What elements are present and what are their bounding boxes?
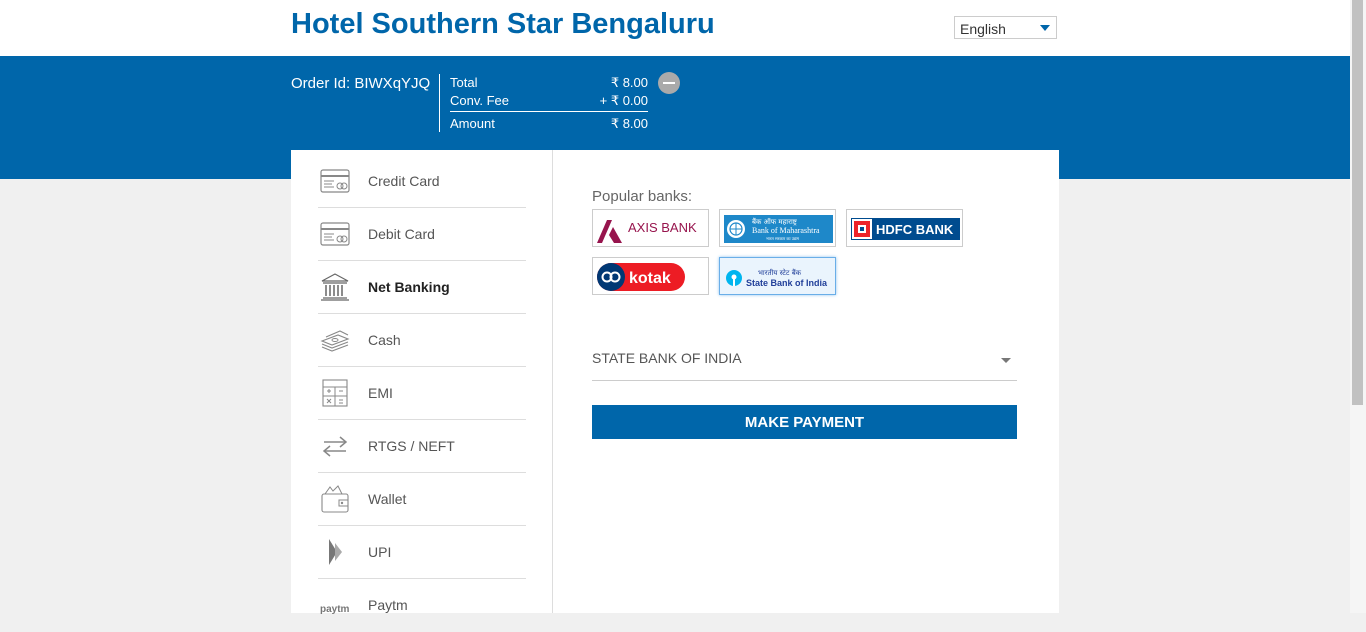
- hotel-name: Hotel Southern Star Bengaluru: [291, 8, 715, 40]
- payment-card: Credit Card Debit Card Net Banking Cash …: [291, 150, 1059, 615]
- maharashtra-tagline: भारत सरकार का उद्यम: [766, 236, 799, 241]
- sidebar-item-credit-card[interactable]: Credit Card: [318, 156, 526, 208]
- language-select[interactable]: English: [954, 16, 1057, 39]
- sidebar-item-label: Paytm: [368, 597, 408, 613]
- popular-banks-label: Popular banks:: [592, 188, 693, 205]
- sidebar-item-label: Wallet: [368, 491, 407, 507]
- sidebar-item-rtgs-neft[interactable]: RTGS / NEFT: [318, 421, 526, 473]
- kotak-text: kotak: [629, 270, 671, 287]
- make-payment-button[interactable]: MAKE PAYMENT: [592, 405, 1017, 439]
- sidebar-item-debit-card[interactable]: Debit Card: [318, 209, 526, 261]
- order-id: Order Id: BIWXqYJQ: [291, 75, 431, 92]
- order-summary: Total ₹ 8.00 Conv. Fee + ₹ 0.00 Amount ₹…: [450, 74, 648, 133]
- calculator-icon: [322, 379, 348, 407]
- bank-building-icon: [321, 273, 349, 301]
- maharashtra-hindi-text: बैंक ऑफ महाराष्ट्र: [752, 217, 798, 226]
- bank-tile-hdfc[interactable]: HDFC BANK: [846, 209, 963, 247]
- scrollbar-thumb[interactable]: [1352, 0, 1363, 405]
- summary-value: ₹ 8.00: [610, 75, 648, 90]
- credit-card-icon: [320, 169, 350, 193]
- page-scrollbar[interactable]: [1350, 0, 1366, 613]
- sidebar-item-wallet[interactable]: Wallet: [318, 474, 526, 526]
- sbi-english-text: State Bank of India: [746, 278, 828, 288]
- sidebar-item-net-banking[interactable]: Net Banking: [318, 262, 526, 314]
- bank-select-dropdown[interactable]: STATE BANK OF INDIA: [592, 342, 1017, 381]
- transfer-arrows-icon: [322, 436, 348, 457]
- summary-separator: [450, 111, 648, 112]
- summary-label: Conv. Fee: [450, 93, 510, 108]
- net-banking-panel: Popular banks: AXIS BANK बैंक ऑफ महाराष्…: [552, 150, 1059, 613]
- bank-select-value: STATE BANK OF INDIA: [592, 350, 742, 366]
- sidebar-item-cash[interactable]: Cash: [318, 315, 526, 367]
- language-selected: English: [960, 21, 1006, 37]
- sidebar-item-paytm[interactable]: paytm Paytm: [318, 580, 526, 632]
- paytm-icon-text: paytm: [320, 604, 350, 615]
- maharashtra-english-text: Bank of Maharashtra: [752, 226, 820, 235]
- order-divider: [439, 74, 440, 132]
- hdfc-bank-text: HDFC BANK: [876, 222, 954, 237]
- sidebar-item-label: EMI: [368, 385, 393, 401]
- axis-bank-logo: AXIS BANK: [597, 220, 697, 243]
- chevron-down-icon: [1001, 358, 1011, 363]
- sidebar-item-label: RTGS / NEFT: [368, 438, 455, 454]
- summary-value: + ₹ 0.00: [599, 93, 648, 108]
- top-header: Hotel Southern Star Bengaluru English: [0, 0, 1350, 56]
- chevron-down-icon: [1040, 25, 1050, 31]
- collapse-summary-icon[interactable]: [658, 72, 680, 94]
- bank-tile-axis[interactable]: AXIS BANK: [592, 209, 709, 247]
- sbi-logo: भारतीय स्टेट बैंक State Bank of India: [726, 268, 828, 288]
- summary-label: Total: [450, 75, 478, 90]
- bank-tile-maharashtra[interactable]: बैंक ऑफ महाराष्ट्र Bank of Maharashtra भ…: [719, 209, 836, 247]
- sidebar-item-label: Debit Card: [368, 226, 435, 242]
- axis-bank-text: AXIS BANK: [628, 220, 697, 235]
- summary-conv-fee: Conv. Fee + ₹ 0.00: [450, 92, 648, 110]
- bank-tile-sbi[interactable]: भारतीय स्टेट बैंक State Bank of India: [719, 257, 836, 295]
- sbi-hindi-text: भारतीय स्टेट बैंक: [758, 268, 802, 277]
- sidebar-item-upi[interactable]: UPI: [318, 527, 526, 579]
- debit-card-icon: [320, 222, 350, 246]
- cash-stack-icon: [320, 330, 350, 352]
- summary-label: Amount: [450, 116, 495, 131]
- bank-of-maharashtra-logo: बैंक ऑफ महाराष्ट्र Bank of Maharashtra भ…: [724, 215, 833, 243]
- kotak-bank-logo: kotak: [597, 263, 685, 291]
- sidebar-item-label: UPI: [368, 544, 392, 560]
- sidebar-item-label: Credit Card: [368, 173, 440, 189]
- paytm-icon: paytm: [320, 604, 350, 615]
- summary-amount: Amount ₹ 8.00: [450, 115, 648, 133]
- sidebar-item-label: Net Banking: [368, 279, 450, 295]
- sidebar-item-emi[interactable]: EMI: [318, 368, 526, 420]
- payment-methods-sidebar: Credit Card Debit Card Net Banking Cash …: [291, 150, 553, 615]
- sidebar-item-label: Cash: [368, 332, 401, 348]
- summary-total: Total ₹ 8.00: [450, 74, 648, 92]
- hdfc-bank-logo: HDFC BANK: [851, 218, 960, 240]
- upi-icon: [329, 539, 342, 565]
- bank-tile-kotak[interactable]: kotak: [592, 257, 709, 295]
- wallet-icon: [321, 485, 349, 513]
- summary-value: ₹ 8.00: [610, 116, 648, 131]
